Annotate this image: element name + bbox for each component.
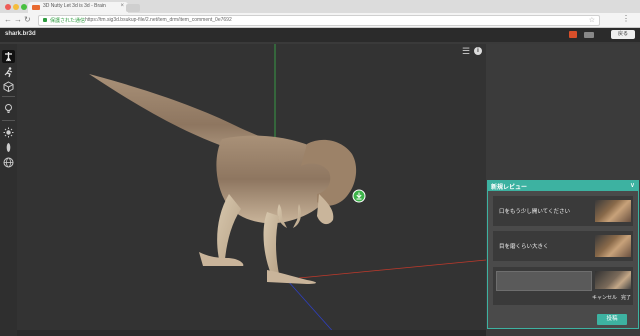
url-field[interactable]: 保護された通信 https://tm.sig3d.bsukup-file/2.n… xyxy=(38,15,600,26)
info-icon[interactable]: i xyxy=(474,47,482,55)
browser-tab[interactable]: 3D Nutty Let 3d is 3d - Brain × xyxy=(28,2,128,13)
lock-icon xyxy=(43,18,47,22)
record-icon[interactable] xyxy=(569,31,577,38)
browser-tab-bar: 3D Nutty Let 3d is 3d - Brain × xyxy=(0,0,640,13)
forward-icon[interactable]: → xyxy=(14,15,22,24)
bookmark-star-icon[interactable]: ☆ xyxy=(589,16,595,24)
cube-icon[interactable] xyxy=(2,80,15,93)
new-comment-card: キャンセル 完了 xyxy=(493,267,633,305)
bulb-icon[interactable] xyxy=(2,102,15,115)
url-text: https://tm.sig3d.bsukup-file/2.net/tem_d… xyxy=(85,17,232,23)
x-axis xyxy=(298,259,486,279)
comment-thumbnail[interactable] xyxy=(595,235,631,257)
minimize-window-icon[interactable] xyxy=(13,4,19,10)
z-axis xyxy=(286,279,338,336)
browser-menu-icon[interactable]: ⋮ xyxy=(622,14,630,23)
new-tab-button[interactable] xyxy=(126,4,140,12)
status-bar xyxy=(17,330,486,336)
3d-viewport[interactable] xyxy=(17,44,486,336)
toolbar-divider xyxy=(2,120,15,121)
review-header[interactable]: 新規レビュー ∨ xyxy=(488,181,638,191)
favicon-icon xyxy=(32,5,40,10)
globe-icon[interactable] xyxy=(2,156,15,169)
done-button[interactable]: 完了 xyxy=(621,294,631,301)
reload-icon[interactable]: ↻ xyxy=(24,15,31,24)
app-header: shark.br3d 戻る xyxy=(0,28,640,42)
app-logo: shark.br3d xyxy=(5,31,36,37)
review-panel: 新規レビュー ∨ 口をもう少し開いてください 目を磨くらい大きく キャンセル 完… xyxy=(487,180,639,329)
new-comment-thumbnail[interactable] xyxy=(595,271,631,289)
tab-close-icon[interactable]: × xyxy=(120,3,124,9)
post-button[interactable]: 投稿 xyxy=(597,314,627,325)
leg-right xyxy=(263,212,279,274)
comment-card[interactable]: 口をもう少し開いてください xyxy=(493,196,633,226)
address-bar: ← → ↻ 保護された通信 https://tm.sig3d.bsukup-fi… xyxy=(0,13,640,28)
close-window-icon[interactable] xyxy=(5,4,11,10)
back-button[interactable]: 戻る xyxy=(611,30,635,39)
light-icon[interactable] xyxy=(2,126,15,139)
cancel-button[interactable]: キャンセル xyxy=(592,294,617,301)
comment-text: 目を磨くらい大きく xyxy=(499,244,549,250)
left-toolbar xyxy=(0,44,17,336)
maximize-window-icon[interactable] xyxy=(21,4,27,10)
comment-thumbnail[interactable] xyxy=(595,200,631,222)
secure-label: 保護された通信 xyxy=(50,18,86,24)
tab-title: 3D Nutty Let 3d is 3d - Brain xyxy=(43,3,106,9)
dinosaur-model[interactable] xyxy=(17,44,486,336)
layers-icon[interactable]: ☰ xyxy=(462,46,470,57)
review-marker-icon[interactable] xyxy=(352,189,366,203)
chevron-down-icon[interactable]: ∨ xyxy=(630,181,635,189)
comment-card[interactable]: 目を磨くらい大きく xyxy=(493,231,633,261)
run-icon[interactable] xyxy=(2,66,15,79)
comment-input[interactable] xyxy=(496,271,592,291)
review-title: 新規レビュー xyxy=(491,185,528,191)
toolbar-divider xyxy=(2,96,15,97)
pose-icon[interactable] xyxy=(2,50,15,63)
comment-text: 口をもう少し開いてください xyxy=(499,209,571,215)
keyboard-icon[interactable] xyxy=(584,32,594,38)
back-icon[interactable]: ← xyxy=(4,15,12,24)
figure-icon[interactable] xyxy=(2,141,15,154)
